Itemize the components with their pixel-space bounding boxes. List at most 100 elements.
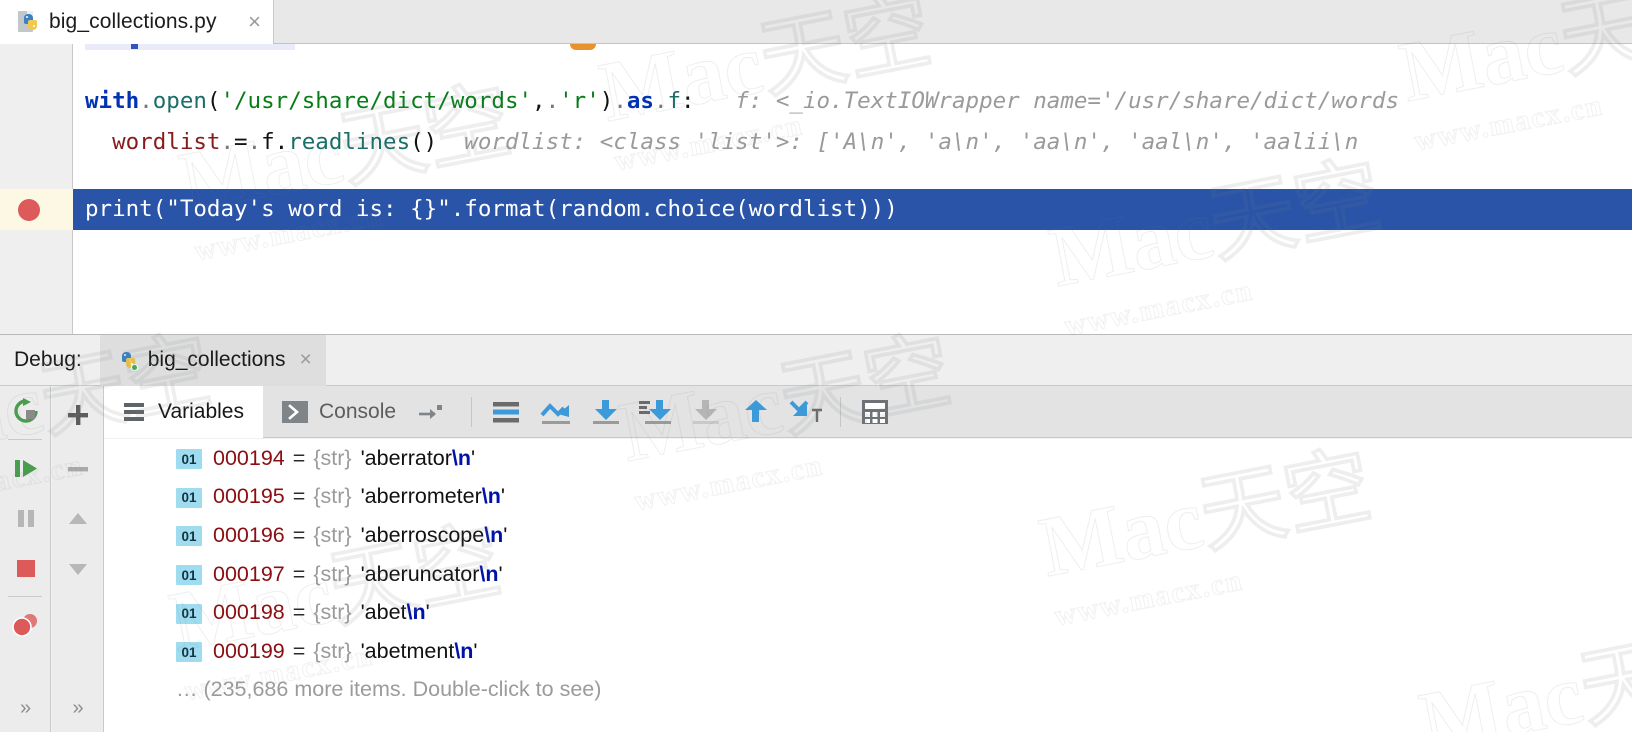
tab-console[interactable]: Console (263, 386, 462, 438)
soft-wrap-icon (419, 404, 443, 419)
escape-sequence: \n (484, 522, 504, 547)
remove-watch-button[interactable] (52, 444, 103, 494)
variable-index: 000197 (213, 561, 285, 586)
stop-button[interactable] (0, 543, 51, 593)
chevron-double-right-icon: » (19, 696, 32, 719)
force-step-into-button[interactable] (631, 386, 681, 438)
debug-tabs-toolbar: Variables Console (104, 385, 1632, 438)
move-down-button[interactable] (52, 544, 103, 594)
move-up-button[interactable] (52, 494, 103, 544)
pause-program-button[interactable] (0, 493, 51, 543)
rerun-button[interactable] (0, 386, 51, 436)
variable-type: {str} (313, 561, 352, 586)
pycharm-window: big_collections.py × with.open('/usr/sha… (0, 0, 1632, 732)
variable-index: 000195 (213, 484, 285, 509)
variable-row[interactable]: 01 000194 = {str} 'aberrator\n' (104, 439, 1632, 478)
variable-value: 'abet\n' (360, 600, 430, 625)
debug-title: Debug: (14, 348, 82, 371)
watches-actions-strip: » (52, 386, 104, 732)
divider (840, 396, 842, 427)
variable-index: 000199 (213, 638, 285, 663)
equals-sign: = (292, 445, 306, 470)
editor-gutter[interactable] (0, 44, 73, 334)
resume-program-button[interactable] (0, 443, 51, 493)
add-watch-button[interactable] (52, 386, 103, 444)
array-index-badge: 01 (176, 603, 202, 624)
more-items-row[interactable]: … (235,686 more items. Double-click to s… (104, 671, 1632, 710)
code-editor[interactable]: with.open('/usr/share/dict/words',.'r').… (0, 44, 1632, 334)
step-out-icon (693, 399, 720, 424)
watch-more-button[interactable]: » (52, 683, 104, 732)
divider (8, 439, 42, 440)
more-items-label: … (235,686 more items. Double-click to s… (176, 677, 602, 702)
execution-point-line[interactable]: print("Today's word is: {}".format(rando… (73, 189, 1632, 230)
debug-session-label: big_collections (147, 348, 286, 371)
debug-session-tab[interactable]: big_collections × (99, 334, 326, 386)
run-to-cursor-button[interactable] (731, 386, 781, 438)
variable-type: {str} (313, 484, 352, 509)
variable-type: {str} (313, 600, 352, 625)
variable-row[interactable]: 01 000199 = {str} 'abetment\n' (104, 632, 1632, 671)
array-index-badge: 01 (176, 487, 202, 508)
show-execution-point-icon (493, 401, 520, 422)
editor-tab-big-collections[interactable]: big_collections.py × (0, 0, 274, 44)
variable-index: 000198 (213, 600, 285, 625)
arrow-up-icon (745, 399, 768, 422)
tab-variables[interactable]: Variables (104, 385, 263, 438)
breakpoint-gutter-row[interactable] (0, 189, 73, 230)
array-index-badge: 01 (176, 526, 202, 547)
array-index-badge: 01 (176, 449, 202, 470)
divider (471, 396, 473, 427)
pause-icon (17, 510, 34, 527)
escape-sequence: \n (481, 484, 501, 509)
variable-index: 000194 (213, 445, 285, 470)
debug-header: Debug: big_collections × (0, 334, 1632, 386)
variable-value: 'aberrometer\n' (360, 484, 505, 509)
previous-line-remnant (85, 44, 295, 50)
variables-icon (124, 402, 144, 421)
equals-sign: = (292, 561, 306, 586)
equals-sign: = (292, 638, 306, 663)
escape-sequence: \n (451, 445, 472, 470)
variable-value: 'abetment\n' (360, 638, 478, 663)
step-out-button (681, 386, 731, 438)
resume-icon (14, 460, 37, 477)
triangle-up-icon (68, 513, 87, 524)
chevron-double-right-icon: » (72, 696, 84, 719)
code-line-readlines: wordlist.=.f.readlines() wordlist: <clas… (112, 129, 1359, 155)
escape-sequence: \n (454, 638, 474, 663)
minus-icon (67, 467, 88, 472)
evaluate-expression-button[interactable] (850, 386, 900, 438)
mute-breakpoints-icon (11, 614, 37, 637)
python-file-icon (18, 11, 40, 33)
variable-row[interactable]: 01 000197 = {str} 'aberuncator\n' (104, 555, 1632, 594)
triangle-down-icon (68, 564, 87, 575)
close-icon[interactable]: × (299, 348, 311, 372)
more-actions-button[interactable]: » (0, 683, 51, 732)
mute-breakpoints-button[interactable] (0, 600, 51, 650)
variable-type: {str} (313, 522, 352, 547)
variable-row[interactable]: 01 000196 = {str} 'aberroscope\n' (104, 516, 1632, 555)
previous-line-marker (131, 44, 138, 49)
variable-type: {str} (313, 445, 352, 470)
debug-actions-strip: » (0, 386, 51, 732)
drop-frame-button[interactable] (781, 386, 831, 438)
variable-row[interactable]: 01 000198 = {str} 'abet\n' (104, 593, 1632, 632)
step-into-button[interactable] (581, 386, 631, 438)
equals-sign: = (292, 522, 306, 547)
drop-frame-icon (789, 400, 823, 422)
step-over-button[interactable] (531, 386, 581, 438)
step-over-icon (540, 402, 571, 424)
variables-panel[interactable]: 01 000194 = {str} 'aberrator\n' 01 000195 = {str… (104, 439, 1632, 732)
show-execution-point-button[interactable] (481, 386, 531, 438)
variable-value: 'aberuncator\n' (360, 561, 503, 586)
editor-tab-label: big_collections.py (49, 10, 217, 33)
execution-line-text: print("Today's word is: {}".format(rando… (85, 196, 898, 222)
variable-type: {str} (313, 638, 352, 663)
variable-value: 'aberrator\n' (360, 445, 476, 470)
force-step-into-icon (639, 399, 672, 424)
breakpoint-icon[interactable] (18, 199, 40, 221)
close-icon[interactable]: × (248, 11, 261, 33)
variable-row[interactable]: 01 000195 = {str} 'aberrometer\n' (104, 478, 1632, 517)
stop-icon (16, 560, 35, 577)
